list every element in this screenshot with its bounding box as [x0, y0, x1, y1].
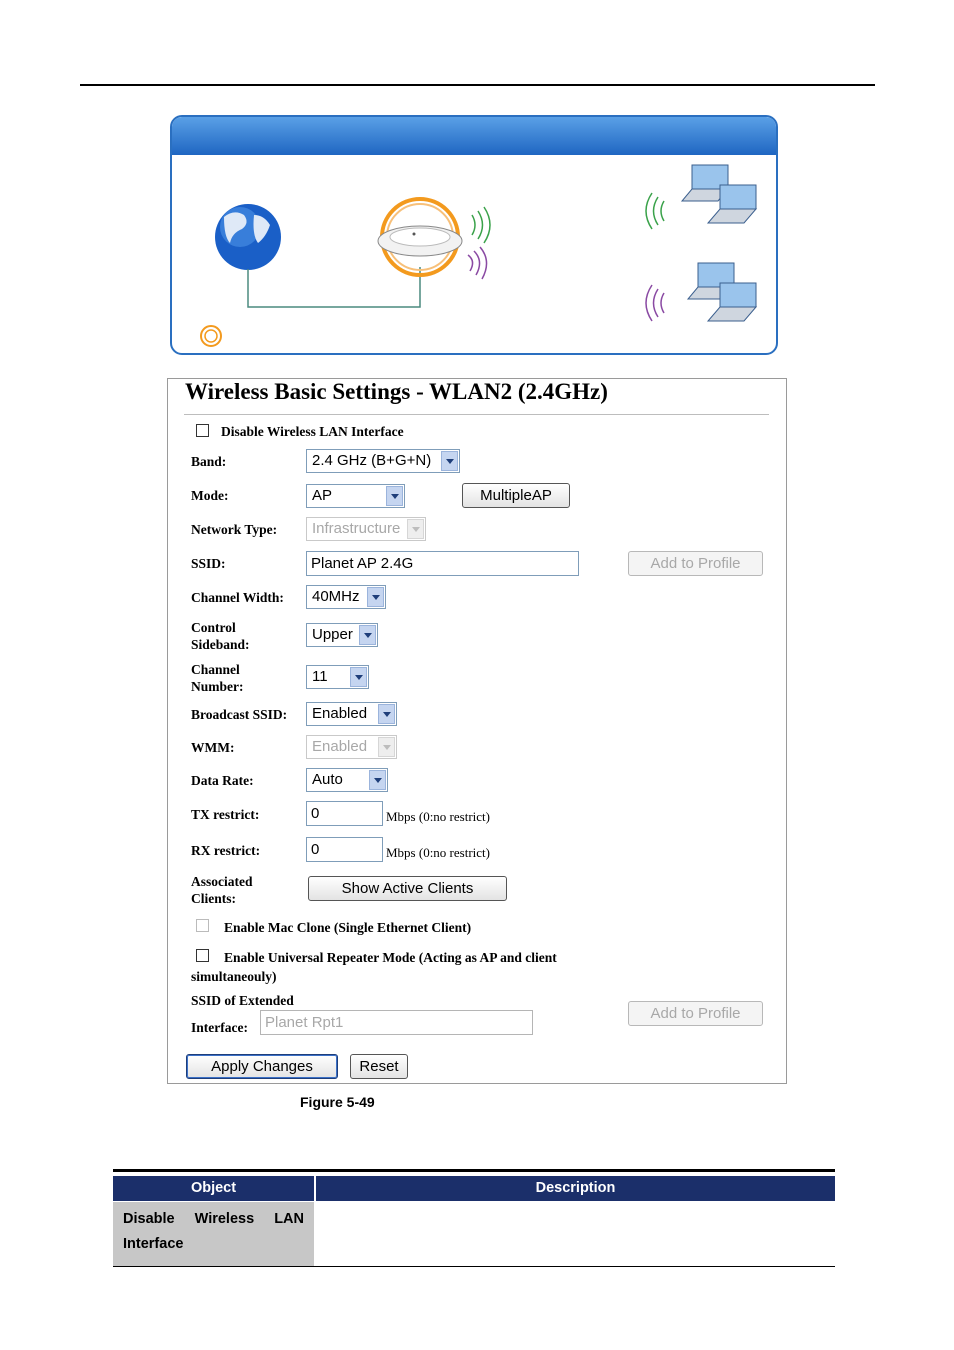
- chevron-down-icon: [369, 770, 386, 790]
- apply-changes-button[interactable]: Apply Changes: [186, 1054, 338, 1079]
- network-banner: [170, 115, 778, 355]
- tx-restrict-input[interactable]: 0: [306, 801, 383, 826]
- network-type-value: Infrastructure: [312, 520, 401, 537]
- chevron-down-icon: [441, 451, 458, 471]
- extended-ssid-label: SSID of Extended: [191, 993, 294, 1008]
- show-active-clients-button[interactable]: Show Active Clients: [308, 876, 507, 901]
- associated-clients-label-line2: Clients:: [191, 891, 236, 906]
- channel-number-select[interactable]: 11: [306, 665, 369, 689]
- multiple-ap-button[interactable]: MultipleAP: [462, 483, 570, 508]
- control-sideband-label: Control Sideband:: [191, 619, 250, 653]
- reset-button[interactable]: Reset: [350, 1054, 408, 1079]
- tx-restrict-label: TX restrict:: [191, 807, 260, 822]
- access-point-icon: [377, 197, 463, 277]
- channel-width-label: Channel Width:: [191, 590, 284, 605]
- chevron-down-icon: [378, 704, 395, 724]
- channel-width-value: 40MHz: [312, 588, 360, 605]
- mode-label: Mode:: [191, 488, 229, 503]
- wmm-select[interactable]: Enabled: [306, 735, 397, 759]
- control-sideband-select[interactable]: Upper: [306, 623, 378, 647]
- chevron-down-icon: [367, 587, 384, 607]
- mac-clone-label: Enable Mac Clone (Single Ethernet Client…: [224, 920, 472, 935]
- channel-number-label: Channel Number:: [191, 661, 244, 695]
- broadcast-ssid-select[interactable]: Enabled: [306, 702, 397, 726]
- universal-repeater-label: Enable Universal Repeater Mode (Acting a…: [224, 950, 557, 965]
- universal-repeater-checkbox[interactable]: [196, 949, 209, 962]
- channel-number-label-line2: Number:: [191, 679, 244, 694]
- chevron-down-icon: [359, 625, 376, 645]
- ring-icon: [200, 325, 222, 347]
- network-type-label: Network Type:: [191, 522, 278, 537]
- channel-width-select[interactable]: 40MHz: [306, 585, 386, 609]
- data-rate-value: Auto: [312, 771, 343, 788]
- associated-clients-label-line1: Associated: [191, 874, 253, 889]
- mode-select[interactable]: AP: [306, 484, 405, 508]
- data-rate-label: Data Rate:: [191, 773, 254, 788]
- channel-number-value: 11: [312, 668, 328, 685]
- chevron-down-icon: [407, 519, 424, 539]
- network-type-select[interactable]: Infrastructure: [306, 517, 426, 541]
- wmm-value: Enabled: [312, 738, 368, 755]
- rx-restrict-label: RX restrict:: [191, 843, 261, 858]
- page-title: Wireless Basic Settings - WLAN2 (2.4GHz): [185, 379, 608, 404]
- globe-icon: [215, 204, 281, 270]
- extended-add-to-profile-button[interactable]: Add to Profile: [628, 1001, 763, 1026]
- laptop-icon: [645, 164, 758, 230]
- figure-caption: Figure 5-49: [300, 1094, 375, 1110]
- wifi-signal-icon: [467, 206, 491, 280]
- universal-repeater-label-cont: simultaneouly): [191, 969, 277, 984]
- ssid-label: SSID:: [191, 556, 226, 571]
- wmm-label: WMM:: [191, 740, 235, 755]
- table-row-object: Disable Wireless LAN Interface: [113, 1202, 314, 1266]
- table-header-description: Description: [316, 1176, 835, 1201]
- laptop-icon: [645, 262, 758, 322]
- title-divider: [184, 414, 769, 415]
- extended-ssid-input[interactable]: Planet Rpt1: [260, 1010, 533, 1035]
- ssid-input[interactable]: Planet AP 2.4G: [306, 551, 579, 576]
- rx-restrict-unit: Mbps (0:no restrict): [386, 845, 490, 860]
- band-value: 2.4 GHz (B+G+N): [312, 452, 432, 469]
- table-header-object: Object: [113, 1176, 314, 1201]
- object-cell-line2: Interface: [123, 1236, 184, 1252]
- mode-value: AP: [312, 487, 333, 504]
- control-sideband-value: Upper: [312, 626, 353, 643]
- table-top-rule: [113, 1169, 835, 1172]
- header-rule: [80, 84, 875, 86]
- table-row-description: [315, 1202, 835, 1266]
- chevron-down-icon: [378, 737, 395, 757]
- control-sideband-label-line1: Control: [191, 620, 236, 635]
- broadcast-ssid-label: Broadcast SSID:: [191, 707, 288, 722]
- channel-number-label-line1: Channel: [191, 662, 240, 677]
- disable-wlan-label: Disable Wireless LAN Interface: [221, 424, 404, 439]
- band-label: Band:: [191, 454, 227, 469]
- data-rate-select[interactable]: Auto: [306, 768, 388, 792]
- associated-clients-label: Associated Clients:: [191, 873, 253, 907]
- table-bottom-rule: [113, 1266, 835, 1267]
- wireless-basic-settings-panel: Wireless Basic Settings - WLAN2 (2.4GHz)…: [167, 378, 787, 1084]
- band-select[interactable]: 2.4 GHz (B+G+N): [306, 449, 460, 473]
- ssid-add-to-profile-button[interactable]: Add to Profile: [628, 551, 763, 576]
- connection-line: [247, 267, 421, 308]
- control-sideband-label-line2: Sideband:: [191, 637, 250, 652]
- rx-restrict-input[interactable]: 0: [306, 837, 383, 862]
- broadcast-ssid-value: Enabled: [312, 705, 368, 722]
- chevron-down-icon: [350, 667, 367, 687]
- mac-clone-checkbox[interactable]: [196, 919, 209, 932]
- chevron-down-icon: [386, 486, 403, 506]
- extended-interface-label: Interface:: [191, 1020, 248, 1035]
- tx-restrict-unit: Mbps (0:no restrict): [386, 809, 490, 824]
- object-cell-line1: Disable Wireless LAN: [123, 1211, 304, 1227]
- disable-wlan-checkbox[interactable]: [196, 424, 209, 437]
